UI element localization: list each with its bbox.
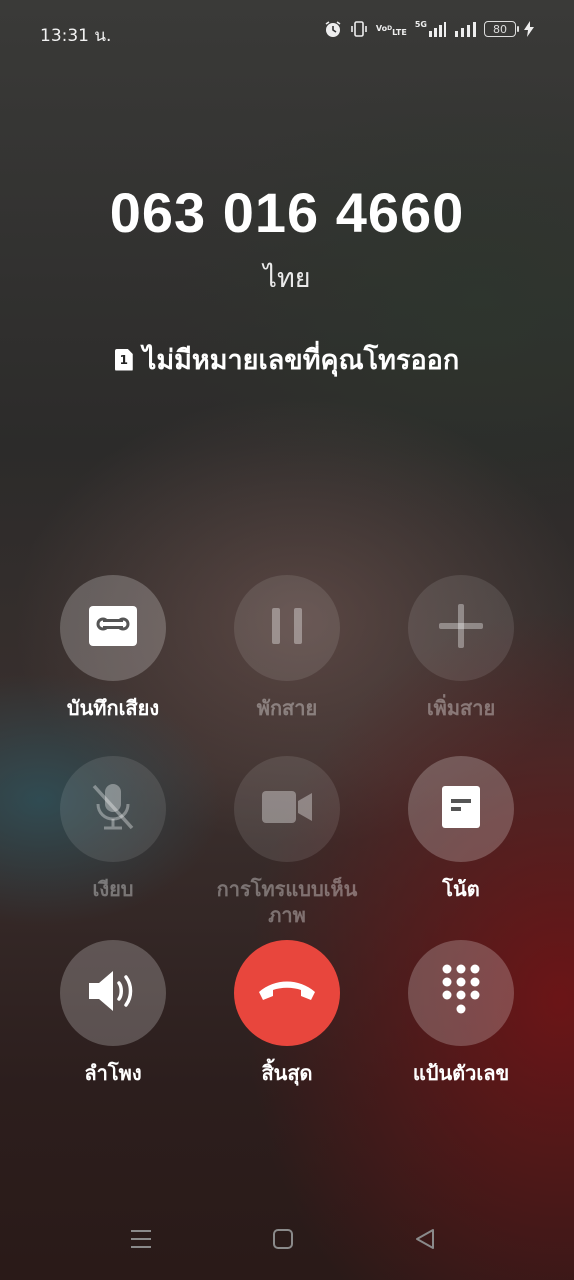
- signal-icon: [454, 21, 476, 37]
- network-type: 5G: [414, 20, 427, 29]
- plus-icon: [438, 603, 484, 653]
- notes-button[interactable]: โน้ต: [376, 756, 546, 902]
- notes-button-circle[interactable]: [408, 756, 514, 862]
- call-status-text: ไม่มีหมายเลขที่คุณโทรออก: [142, 345, 460, 376]
- sim-card-icon: 1: [114, 348, 133, 371]
- hold-button[interactable]: พักสาย: [202, 575, 372, 721]
- keypad-button-circle[interactable]: [408, 940, 514, 1046]
- record-label: บันทึกเสียง: [66, 696, 160, 720]
- hang-up-icon: [257, 978, 317, 1008]
- keypad-label: แป้นตัวเลข: [412, 1061, 510, 1085]
- end-call-button[interactable]: สิ้นสุด: [202, 940, 372, 1086]
- speaker-icon: [87, 969, 139, 1017]
- mute-button[interactable]: เงียบ: [28, 756, 198, 902]
- video-call-label: การโทรแบบเห็นภาพ: [216, 877, 358, 927]
- hold-button-circle[interactable]: [234, 575, 340, 681]
- record-button[interactable]: บันทึกเสียง: [28, 575, 198, 721]
- home-icon[interactable]: [272, 1228, 294, 1254]
- caller-region: ไทย: [263, 263, 311, 294]
- add-call-button-circle[interactable]: [408, 575, 514, 681]
- hold-label: พักสาย: [256, 696, 318, 720]
- add-call-label: เพิ่มสาย: [426, 696, 496, 720]
- back-icon[interactable]: [414, 1228, 436, 1254]
- end-call-label: สิ้นสุด: [261, 1061, 313, 1085]
- speaker-button-circle[interactable]: [60, 940, 166, 1046]
- video-call-button-circle[interactable]: [234, 756, 340, 862]
- mic-off-icon: [90, 782, 136, 836]
- vibrate-icon: [350, 20, 368, 38]
- battery-icon: 80: [484, 21, 519, 37]
- speaker-button[interactable]: ลำโพง: [28, 940, 198, 1086]
- battery-level: 80: [493, 22, 507, 36]
- navigation-bar: [0, 1228, 574, 1262]
- signal-5g-icon: 5G: [415, 21, 446, 37]
- dialpad-icon: [441, 963, 481, 1023]
- pause-icon: [269, 606, 305, 650]
- keypad-button[interactable]: แป้นตัวเลข: [376, 940, 546, 1086]
- status-bar: 13:31 น. Vo D LTE 5G 80: [0, 18, 574, 48]
- video-call-button[interactable]: การโทรแบบเห็นภาพ: [202, 756, 372, 928]
- menu-icon[interactable]: [130, 1228, 152, 1254]
- mute-label: เงียบ: [92, 877, 134, 901]
- end-call-button-circle[interactable]: [234, 940, 340, 1046]
- volte-icon: Vo D LTE: [375, 24, 407, 37]
- note-icon: [441, 785, 481, 833]
- cassette-icon: [88, 605, 138, 651]
- status-icons: Vo D LTE 5G 80: [324, 20, 534, 38]
- phone-number: 063 016 4660: [109, 181, 465, 244]
- record-button-circle[interactable]: [60, 575, 166, 681]
- speaker-label: ลำโพง: [84, 1061, 142, 1085]
- call-status: 1 ไม่มีหมายเลขที่คุณโทรออก: [0, 338, 574, 381]
- status-time: 13:31 น.: [40, 26, 112, 46]
- add-call-button[interactable]: เพิ่มสาย: [376, 575, 546, 721]
- mute-button-circle[interactable]: [60, 756, 166, 862]
- notes-label: โน้ต: [442, 877, 480, 901]
- charging-icon: [524, 21, 534, 37]
- alarm-icon: [324, 20, 342, 38]
- video-camera-icon: [261, 789, 313, 829]
